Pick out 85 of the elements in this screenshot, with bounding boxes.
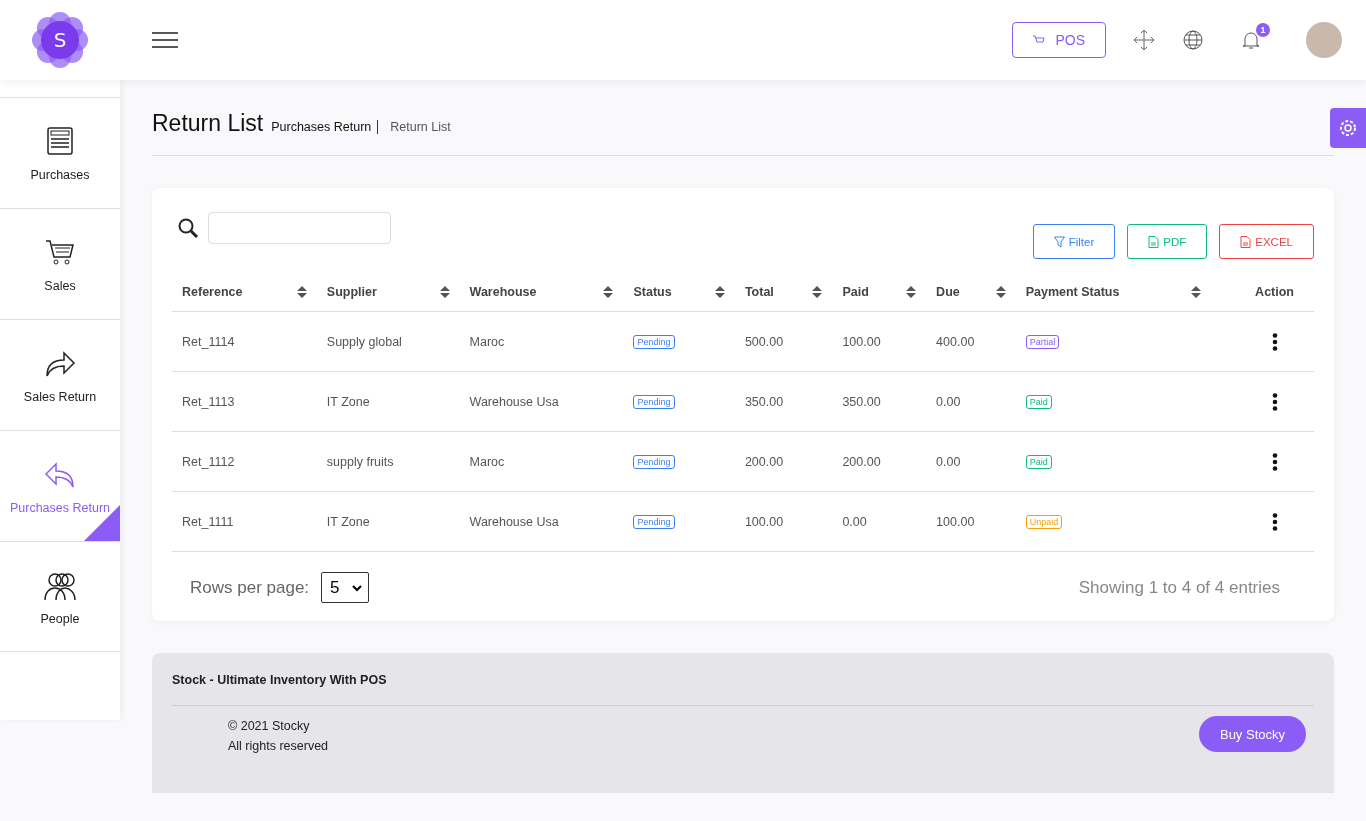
- column-header[interactable]: Due: [936, 285, 960, 299]
- table-cell: 350.00: [744, 394, 784, 409]
- file-icon: [1240, 235, 1252, 248]
- status-badge: Pending: [633, 515, 675, 529]
- rights-text: All rights reserved: [228, 738, 329, 755]
- table-cell: Maroc: [469, 334, 505, 349]
- table-cell: 0.00: [842, 514, 867, 529]
- page-title: Return List: [152, 110, 264, 137]
- table-cell: Warehouse Usa: [469, 394, 559, 409]
- table-cell: 0.00: [936, 454, 961, 469]
- table-cell: 200.00: [744, 454, 784, 469]
- column-header[interactable]: Reference: [182, 285, 243, 299]
- settings-button[interactable]: [1330, 108, 1366, 148]
- table-cell: 200.00: [842, 454, 881, 469]
- footer-title: Stock - Ultimate Inventory With POS: [172, 673, 1314, 706]
- sort-icon[interactable]: [812, 286, 823, 298]
- table-cell: Supply global: [326, 334, 402, 349]
- sidebar-item[interactable]: Sales Return: [0, 319, 120, 430]
- column-header[interactable]: Supplier: [326, 285, 377, 299]
- status-badge: Pending: [633, 395, 675, 409]
- column-header[interactable]: Paid: [842, 285, 869, 299]
- file-icon: [1148, 235, 1160, 248]
- pos-button[interactable]: POS: [1012, 22, 1106, 58]
- payment-status-badge: Paid: [1025, 455, 1052, 469]
- table-cell: Ret_1111: [182, 514, 234, 529]
- filter-icon: [1053, 235, 1065, 248]
- table-cell: Ret_1112: [182, 454, 235, 469]
- table-cell: 350.00: [842, 394, 881, 409]
- table-cell: IT Zone: [326, 514, 370, 529]
- sidebar-item[interactable]: Sales: [0, 208, 120, 319]
- search-field[interactable]: [208, 212, 391, 244]
- breadcrumb-current: Return List: [390, 120, 451, 134]
- bell-icon[interactable]: [1240, 29, 1262, 51]
- sort-icon[interactable]: [906, 286, 917, 298]
- sidebar-item[interactable]: Purchases Return: [0, 430, 120, 541]
- payment-status-badge: Unpaid: [1025, 515, 1063, 529]
- sidebar-item[interactable]: People: [0, 541, 120, 652]
- buy-button[interactable]: Buy Stocky: [1198, 716, 1306, 752]
- table-cell: IT Zone: [326, 394, 370, 409]
- table-cell: 100.00: [744, 514, 784, 529]
- more-options-icon[interactable]: [1272, 332, 1278, 351]
- table-cell: 500.00: [744, 334, 784, 349]
- rows-per-page-label: Rows per page:: [190, 577, 310, 598]
- column-header[interactable]: Warehouse: [469, 285, 537, 299]
- column-header[interactable]: Total: [744, 285, 774, 299]
- column-header[interactable]: Status: [633, 285, 672, 299]
- table-cell: 0.00: [936, 394, 961, 409]
- table-cell: Ret_1113: [182, 394, 235, 409]
- payment-status-badge: Paid: [1025, 395, 1052, 409]
- payment-status-badge: Partial: [1025, 335, 1060, 349]
- sort-icon[interactable]: [439, 286, 450, 298]
- status-badge: Pending: [633, 455, 675, 469]
- table-cell: Maroc: [469, 454, 505, 469]
- column-header[interactable]: Payment Status: [1025, 285, 1120, 299]
- sidebar-item[interactable]: Purchases: [0, 97, 120, 208]
- fullscreen-icon[interactable]: [1133, 29, 1155, 51]
- table-cell: 100.00: [842, 334, 881, 349]
- caret-icon: [351, 583, 362, 592]
- filter-button[interactable]: Filter: [1032, 224, 1116, 259]
- cart-icon: [1033, 35, 1046, 45]
- table-cell: 100.00: [936, 514, 975, 529]
- more-options-icon[interactable]: [1272, 452, 1278, 471]
- more-options-icon[interactable]: [1272, 392, 1278, 411]
- column-header: Action: [1255, 285, 1294, 299]
- table-cell: Warehouse Usa: [469, 514, 559, 529]
- gear-icon: [1338, 118, 1358, 138]
- notification-count: 1: [1256, 23, 1270, 37]
- table-cell: Ret_1114: [182, 334, 235, 349]
- globe-icon[interactable]: [1182, 29, 1204, 51]
- sort-icon[interactable]: [995, 286, 1006, 298]
- entries-summary: Showing 1 to 4 of 4 entries: [1078, 577, 1280, 598]
- table-cell: 400.00: [936, 334, 975, 349]
- breadcrumb-link[interactable]: Purchases Return: [271, 120, 379, 134]
- status-badge: Pending: [633, 335, 675, 349]
- sort-icon[interactable]: [714, 286, 725, 298]
- menu-icon[interactable]: [152, 32, 178, 48]
- copyright-text: © 2021 Stocky: [228, 718, 311, 735]
- rows-per-page-select[interactable]: 5: [321, 572, 369, 603]
- search-icon: [178, 218, 200, 240]
- excel-button[interactable]: EXCEL: [1219, 224, 1314, 259]
- table-cell: supply fruits: [326, 454, 394, 469]
- sort-icon[interactable]: [296, 286, 307, 298]
- more-options-icon[interactable]: [1272, 512, 1278, 531]
- sort-icon[interactable]: [1190, 286, 1201, 298]
- sort-icon[interactable]: [603, 286, 614, 298]
